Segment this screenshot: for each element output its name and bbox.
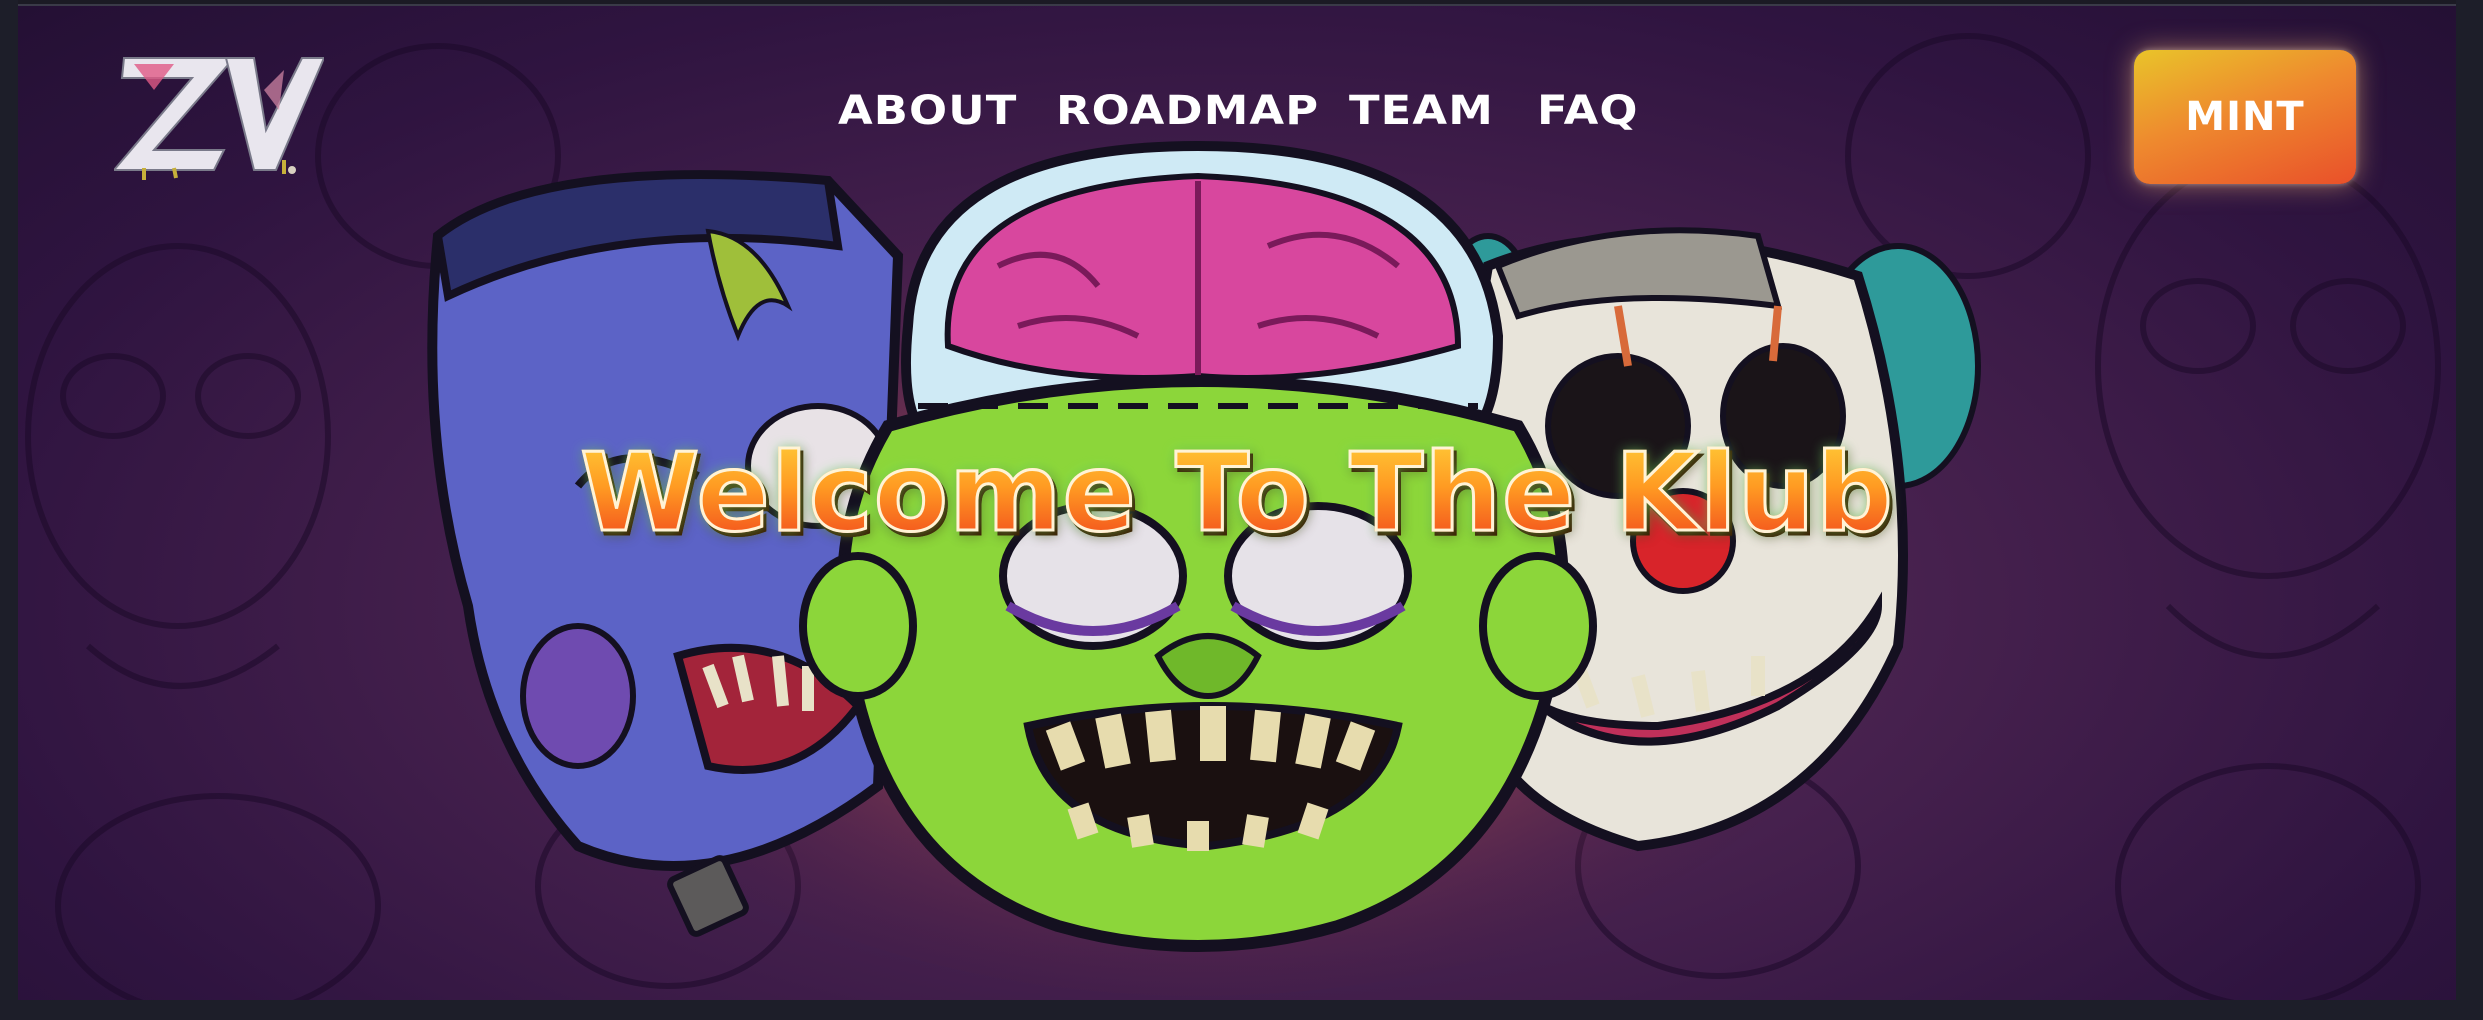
hero-headline: Welcome To The Klub <box>18 430 2456 558</box>
page-bottom-bar <box>0 1000 2483 1020</box>
page-margin-left <box>0 0 18 1020</box>
hero-section: ABOUT ROADMAP TEAM FAQ MINT Welcome To T… <box>18 4 2456 1001</box>
page-margin-right <box>2456 0 2483 1020</box>
